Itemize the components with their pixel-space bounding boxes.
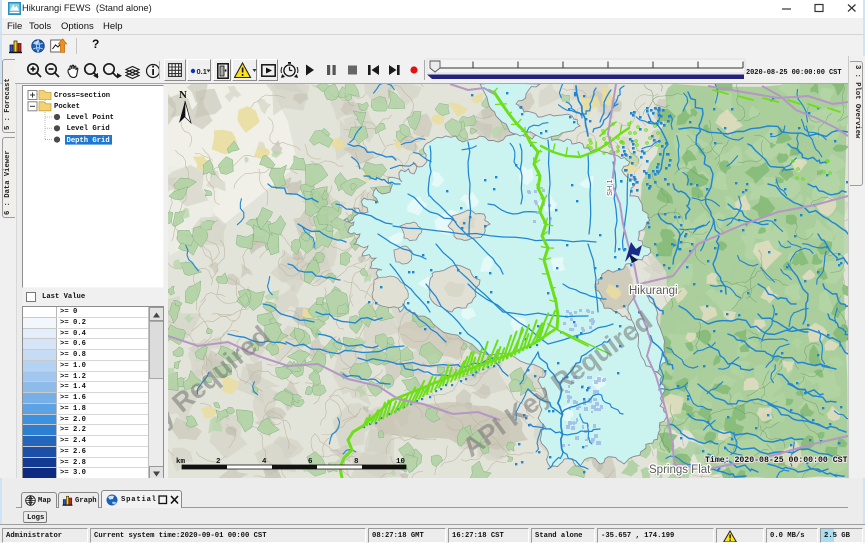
svg-text:SH 1: SH 1 — [605, 179, 614, 196]
svg-text:N: N — [179, 89, 187, 101]
svg-text:Springs Flat: Springs Flat — [649, 464, 711, 476]
svg-text:Time: 2020-08-25 00:00:00 CST: Time: 2020-08-25 00:00:00 CST — [705, 455, 848, 465]
svg-text:Hikurangi: Hikurangi — [629, 285, 678, 297]
svg-text:0.1: 0.1 — [197, 67, 207, 76]
